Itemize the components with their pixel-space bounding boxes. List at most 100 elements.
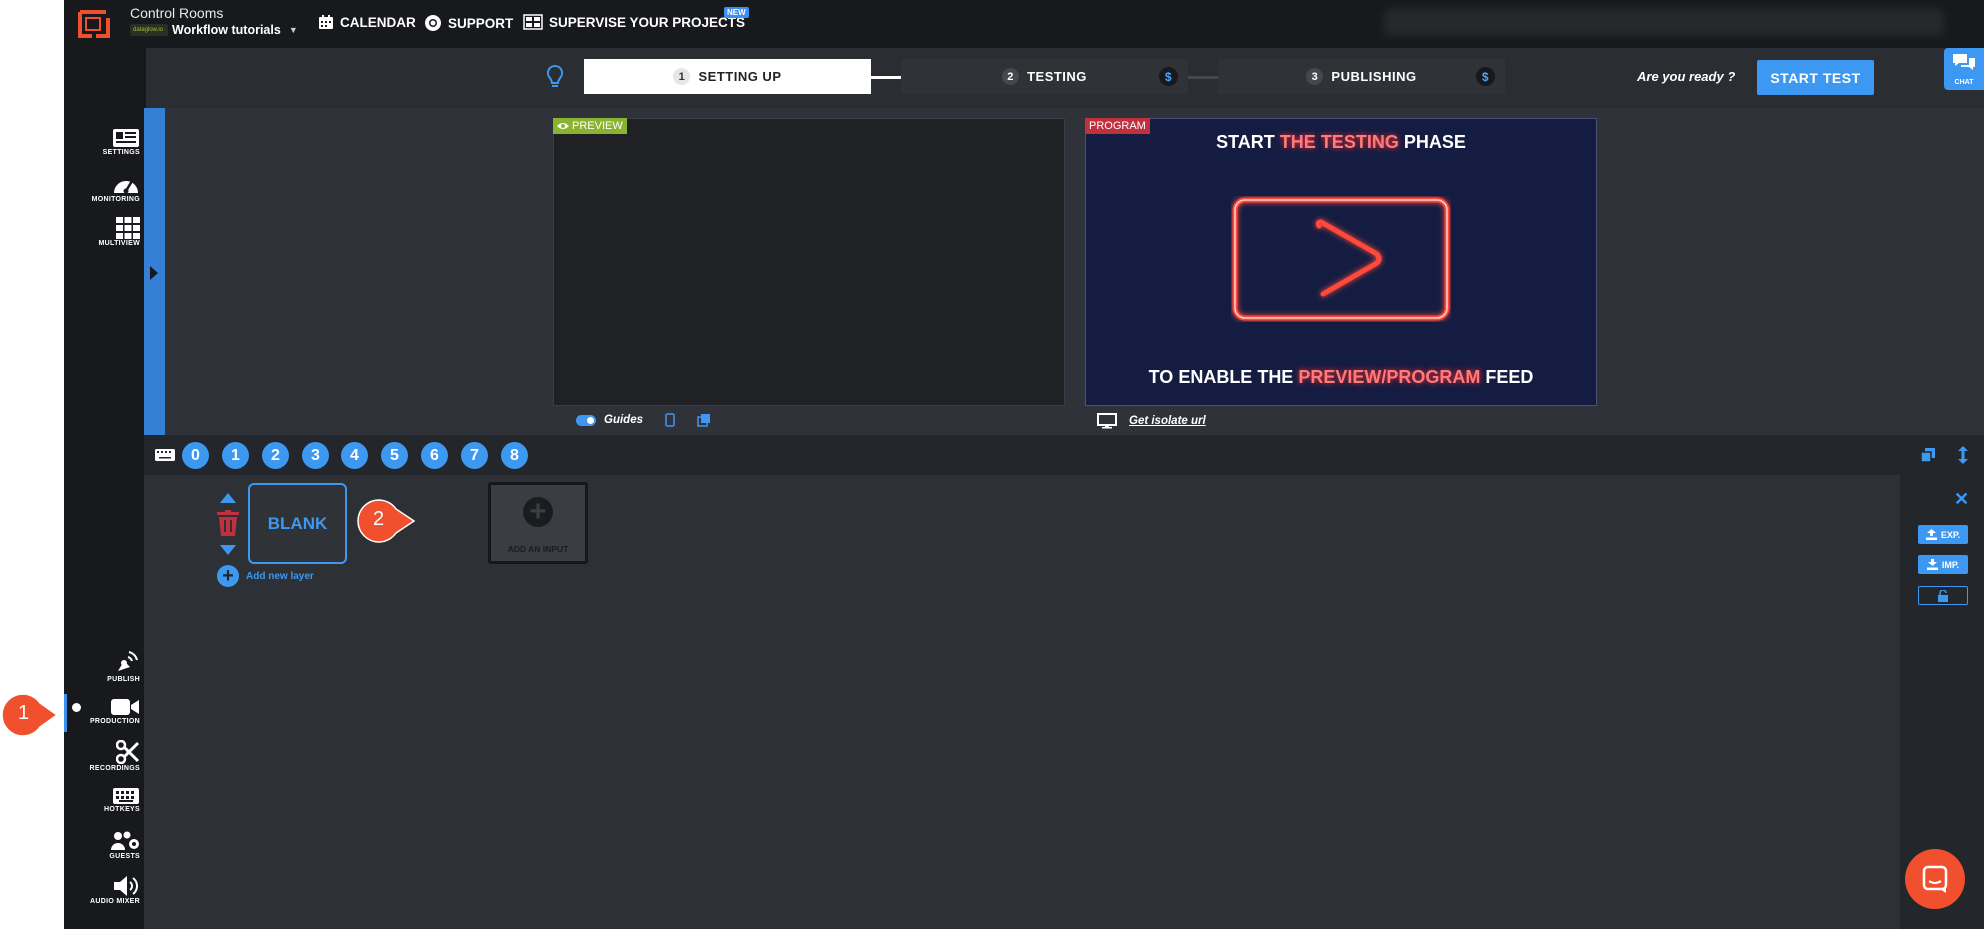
plus-circle-icon: +: [217, 565, 239, 587]
speaker-icon: [114, 876, 138, 896]
nav-calendar[interactable]: CALENDAR: [318, 14, 416, 30]
scene-button-4[interactable]: 4: [341, 442, 368, 469]
add-input-label: ADD AN INPUT: [507, 544, 569, 554]
isolate-url-control[interactable]: Get isolate url: [1097, 413, 1206, 429]
lock-button[interactable]: [1918, 586, 1968, 605]
nav-support[interactable]: SUPPORT: [424, 14, 513, 32]
scene-button-5[interactable]: 5: [381, 442, 408, 469]
phase-connector: [1188, 76, 1218, 79]
expand-arrow-icon[interactable]: [150, 266, 158, 280]
room-name: Workflow tutorials: [172, 23, 281, 37]
scene-button-3[interactable]: 3: [302, 442, 329, 469]
gauge-icon: [114, 180, 138, 194]
sidebar-item-publish[interactable]: PUBLISH: [64, 649, 146, 683]
nav-supervise[interactable]: SUPERVISE YOUR PROJECTS: [523, 14, 745, 30]
add-layer-button[interactable]: + Add new layer: [217, 565, 314, 587]
supervise-icon: [523, 14, 543, 30]
account-area[interactable]: [1384, 8, 1944, 36]
sidebar-item-label: GUESTS: [109, 853, 140, 860]
duplicate-icon[interactable]: [1920, 447, 1936, 463]
add-input-tile[interactable]: + ADD AN INPUT: [488, 482, 588, 564]
sidebar-item-label: PRODUCTION: [89, 718, 140, 725]
chat-label: CHAT: [1954, 79, 1974, 86]
scene-bar: [144, 435, 1984, 475]
sidebar-item-multiview[interactable]: MULTIVIEW: [64, 217, 146, 247]
trash-icon[interactable]: [217, 510, 239, 536]
program-headline-pre: START: [1216, 132, 1280, 152]
scene-button-7[interactable]: 7: [461, 442, 488, 469]
preview-monitor[interactable]: [553, 118, 1065, 406]
scene-button-0[interactable]: 0: [182, 442, 209, 469]
move-up-icon[interactable]: [220, 493, 236, 503]
program-headline-post: PHASE: [1398, 132, 1466, 152]
keyboard-icon[interactable]: [154, 448, 176, 462]
messenger-icon: [1922, 865, 1948, 893]
move-down-icon[interactable]: [220, 545, 236, 555]
nav-supervise-label: SUPERVISE YOUR PROJECTS: [549, 14, 746, 30]
paid-badge: $: [1476, 67, 1495, 86]
scene-button-2[interactable]: 2: [262, 442, 289, 469]
sidebar-item-audio-mixer[interactable]: AUDIO MIXER: [64, 875, 146, 905]
callout-1: 1: [0, 692, 64, 738]
phase-label: PUBLISHING: [1331, 69, 1417, 84]
export-label: EXP.: [1940, 529, 1961, 540]
program-footer: TO ENABLE THE PREVIEW/PROGRAM FEED: [1085, 367, 1597, 388]
monitor-icon: [1097, 413, 1117, 429]
phase-connector: [871, 76, 901, 79]
isolate-url-link[interactable]: Get isolate url: [1129, 415, 1206, 427]
sidebar-item-recordings[interactable]: RECORDINGS: [64, 740, 146, 772]
phase-testing[interactable]: 2 TESTING $: [901, 59, 1188, 94]
chat-button[interactable]: CHAT: [1944, 48, 1984, 90]
app-logo-icon[interactable]: [76, 8, 112, 40]
app-window: Control Rooms dataglow.io Workflow tutor…: [64, 0, 1984, 929]
sidebar-item-settings[interactable]: SETTINGS: [64, 128, 146, 156]
guides-control[interactable]: Guides: [576, 413, 711, 427]
sidebar-item-production[interactable]: PRODUCTION: [64, 697, 146, 725]
program-headline-highlight: THE TESTING: [1279, 132, 1399, 152]
program-headline: START THE TESTING PHASE: [1085, 132, 1597, 153]
room-selector[interactable]: Control Rooms dataglow.io Workflow tutor…: [130, 5, 298, 37]
sidebar-item-guests[interactable]: GUESTS: [64, 830, 146, 860]
settings-icon: [113, 129, 139, 147]
phase-setting-up[interactable]: 1 SETTING UP: [584, 59, 871, 94]
scene-button-6[interactable]: 6: [421, 442, 448, 469]
nav-support-label: SUPPORT: [448, 15, 514, 31]
lifebuoy-icon: [425, 15, 441, 31]
sidebar-item-label: HOTKEYS: [104, 806, 140, 813]
sidebar-item-monitoring[interactable]: MONITORING: [64, 173, 146, 203]
phase-label: SETTING UP: [698, 69, 782, 84]
close-icon[interactable]: ✕: [1954, 489, 1969, 510]
program-footer-pre: TO ENABLE THE: [1148, 367, 1299, 387]
start-test-button[interactable]: START TEST: [1757, 60, 1874, 95]
guides-toggle[interactable]: [576, 414, 596, 426]
copy-icon[interactable]: [697, 413, 711, 427]
scene-button-8[interactable]: 8: [501, 442, 528, 469]
support-messenger-button[interactable]: [1905, 849, 1965, 909]
scene-button-1[interactable]: 1: [222, 442, 249, 469]
blank-layer-tile[interactable]: BLANK: [248, 483, 347, 564]
plus-icon: +: [523, 497, 553, 527]
export-button[interactable]: EXP.: [1918, 525, 1968, 544]
guides-label: Guides: [604, 414, 643, 426]
resize-vertical-icon[interactable]: [1958, 446, 1968, 464]
phase-number: 2: [1002, 68, 1020, 85]
room-title: Control Rooms: [130, 5, 224, 21]
sidebar-item-hotkeys[interactable]: HOTKEYS: [64, 787, 146, 813]
upload-icon: [1925, 529, 1937, 540]
preview-tag: PREVIEW: [553, 118, 627, 134]
callout-1-number: 1: [18, 702, 30, 724]
preview-tag-label: PREVIEW: [572, 120, 623, 132]
program-footer-highlight: PREVIEW/PROGRAM: [1298, 367, 1481, 387]
import-button[interactable]: IMP.: [1918, 555, 1968, 574]
add-layer-label: Add new layer: [246, 570, 314, 582]
nav-calendar-label: CALENDAR: [340, 14, 416, 30]
eye-icon: [557, 123, 569, 129]
program-footer-post: FEED: [1480, 367, 1534, 387]
phase-label: TESTING: [1027, 69, 1087, 84]
mobile-icon[interactable]: [665, 413, 675, 427]
calendar-icon: [319, 15, 333, 29]
ready-prompt: Are you ready ?: [1637, 69, 1736, 84]
phase-publishing[interactable]: 3 PUBLISHING $: [1218, 59, 1505, 94]
tips-lightbulb-icon[interactable]: [546, 64, 564, 90]
chevron-down-icon[interactable]: ▼: [289, 25, 298, 35]
